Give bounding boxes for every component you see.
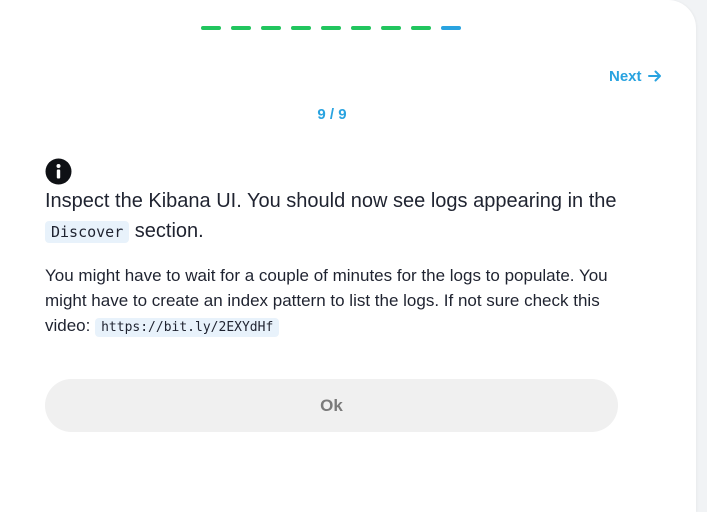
progress-segment <box>321 26 341 30</box>
progress-segment <box>231 26 251 30</box>
progress-segment <box>381 26 401 30</box>
progress-segment <box>291 26 311 30</box>
progress-segment <box>351 26 371 30</box>
arrow-right-icon <box>647 70 661 82</box>
step-progress <box>201 26 461 30</box>
tutorial-card: Next 9 / 9 Inspect the Kibana UI. You sh… <box>0 0 696 512</box>
step-counter: 9 / 9 <box>317 106 347 123</box>
ok-button-label: Ok <box>320 395 343 415</box>
progress-segment <box>441 26 461 30</box>
instruction-headline: Inspect the Kibana UI. You should now se… <box>45 186 635 247</box>
progress-segment <box>201 26 221 30</box>
next-button[interactable]: Next <box>609 66 662 86</box>
video-link-code[interactable]: https://bit.ly/2EXYdHf <box>95 318 280 337</box>
ok-button[interactable]: Ok <box>45 379 618 432</box>
headline-text-end: section. <box>129 220 204 242</box>
info-icon <box>45 158 72 185</box>
progress-segment <box>261 26 281 30</box>
headline-text-start: Inspect the Kibana UI. You should now se… <box>45 190 617 212</box>
discover-code: Discover <box>45 221 130 243</box>
progress-segment <box>411 26 431 30</box>
instruction-body: You might have to wait for a couple of m… <box>45 263 635 340</box>
next-button-label: Next <box>609 67 642 85</box>
